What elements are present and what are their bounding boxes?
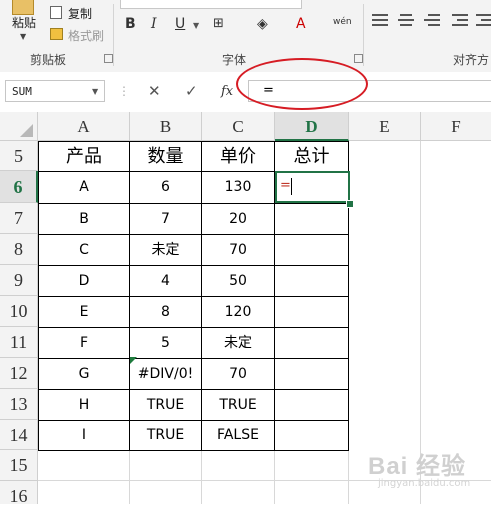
error-indicator-icon[interactable] bbox=[130, 357, 137, 364]
annotation-circle bbox=[236, 58, 368, 110]
text-caret bbox=[291, 178, 292, 195]
table-header-cell[interactable]: 数量 bbox=[130, 142, 201, 171]
table-cell[interactable]: 120 bbox=[202, 297, 274, 327]
row-header-15[interactable]: 15 bbox=[0, 450, 38, 481]
column-header-e[interactable]: E bbox=[349, 112, 421, 141]
table-cell[interactable]: 7 bbox=[130, 204, 201, 234]
align-left-icon[interactable] bbox=[372, 14, 388, 28]
row-header-6[interactable]: 6 bbox=[0, 171, 38, 203]
font-group-label: 字体 bbox=[222, 53, 247, 67]
row-header-11[interactable]: 11 bbox=[0, 327, 38, 358]
table-cell[interactable]: 130 bbox=[202, 172, 274, 203]
row-header-13[interactable]: 13 bbox=[0, 389, 38, 420]
select-all-triangle-icon bbox=[20, 124, 33, 137]
table-cell[interactable]: 70 bbox=[202, 235, 274, 265]
name-box-dropdown-icon[interactable]: ▼ bbox=[92, 87, 98, 96]
paste-dropdown-arrow-icon[interactable]: ▼ bbox=[20, 32, 26, 41]
row-header-5[interactable]: 5 bbox=[0, 141, 38, 171]
table-cell[interactable]: I bbox=[39, 421, 129, 450]
column-header-d[interactable]: D bbox=[275, 112, 349, 141]
increase-indent-icon[interactable] bbox=[476, 14, 491, 28]
table-cell[interactable]: E bbox=[39, 297, 129, 327]
paste-icon[interactable] bbox=[12, 0, 34, 15]
column-header-b[interactable]: B bbox=[130, 112, 202, 141]
font-dialog-launcher-icon[interactable] bbox=[354, 54, 363, 63]
table-cell[interactable]: 4 bbox=[130, 266, 201, 296]
table-cell[interactable]: F bbox=[39, 328, 129, 358]
row-header-10[interactable]: 10 bbox=[0, 296, 38, 327]
group-divider bbox=[113, 4, 114, 66]
table-cell[interactable]: 8 bbox=[130, 297, 201, 327]
row-header-7[interactable]: 7 bbox=[0, 203, 38, 234]
name-box[interactable]: SUM bbox=[5, 80, 105, 102]
italic-button[interactable]: I bbox=[151, 16, 157, 32]
row-header-16[interactable]: 16 bbox=[0, 481, 38, 506]
clipboard-group-label: 剪贴板 bbox=[30, 53, 67, 67]
table-cell[interactable]: TRUE bbox=[130, 390, 201, 420]
table-cell[interactable]: 未定 bbox=[202, 328, 274, 358]
table-header-cell[interactable]: 单价 bbox=[202, 142, 274, 171]
table-cell[interactable]: 20 bbox=[202, 204, 274, 234]
column-header-f[interactable]: F bbox=[421, 112, 491, 141]
cancel-entry-button[interactable]: ✕ bbox=[148, 82, 161, 100]
format-painter-icon[interactable] bbox=[50, 28, 63, 40]
table-cell[interactable]: 70 bbox=[202, 359, 274, 389]
table-header-cell[interactable]: 总计 bbox=[275, 142, 348, 171]
alignment-group-label: 对齐方 bbox=[453, 53, 490, 67]
table-header-cell[interactable]: 产品 bbox=[39, 142, 129, 171]
table-cell[interactable]: 6 bbox=[130, 172, 201, 203]
ribbon: 粘贴 ▼ 复制 格式刷 剪贴板 B I U ▼ ⊞ ◈ A wén 字体 对齐方 bbox=[0, 0, 491, 73]
watermark-logo: Bai 经验 bbox=[368, 453, 467, 480]
table-cell[interactable]: A bbox=[39, 172, 129, 203]
underline-button[interactable]: U bbox=[175, 16, 185, 32]
row-header-8[interactable]: 8 bbox=[0, 234, 38, 265]
table-cell[interactable]: TRUE bbox=[130, 421, 201, 450]
table-cell[interactable]: H bbox=[39, 390, 129, 420]
fill-handle[interactable] bbox=[346, 200, 354, 208]
row-header-14[interactable]: 14 bbox=[0, 420, 38, 450]
copy-icon[interactable] bbox=[50, 6, 62, 19]
enter-button[interactable]: ✓ bbox=[185, 82, 198, 100]
format-painter-button[interactable]: 格式刷 bbox=[68, 27, 104, 44]
table-cell[interactable]: C bbox=[39, 235, 129, 265]
table-cell[interactable]: B bbox=[39, 204, 129, 234]
table-cell[interactable]: #DIV/0! bbox=[130, 359, 201, 389]
align-center-icon[interactable] bbox=[398, 14, 414, 28]
table-cell[interactable]: 未定 bbox=[130, 235, 201, 265]
copy-button[interactable]: 复制 bbox=[68, 5, 92, 22]
insert-function-button[interactable]: fx bbox=[221, 84, 233, 99]
watermark-url: jingyan.baidu.com bbox=[378, 478, 471, 489]
active-cell-formula[interactable]: = bbox=[280, 178, 291, 193]
row-header-9[interactable]: 9 bbox=[0, 265, 38, 296]
paste-button[interactable]: 粘贴 bbox=[12, 14, 36, 31]
decrease-indent-icon[interactable] bbox=[452, 14, 468, 28]
column-header-c[interactable]: C bbox=[202, 112, 275, 141]
phonetic-guide-button[interactable]: wén bbox=[333, 17, 352, 27]
column-header-a[interactable]: A bbox=[38, 112, 130, 141]
group-divider bbox=[363, 4, 364, 66]
font-name-box[interactable] bbox=[120, 0, 302, 9]
table-cell[interactable]: D bbox=[39, 266, 129, 296]
font-color-icon[interactable]: A bbox=[296, 16, 306, 32]
bold-button[interactable]: B bbox=[125, 16, 136, 32]
table-cell[interactable]: FALSE bbox=[202, 421, 274, 450]
clipboard-dialog-launcher-icon[interactable] bbox=[104, 54, 113, 63]
underline-dropdown-icon[interactable]: ▼ bbox=[193, 21, 199, 30]
borders-icon[interactable]: ⊞ bbox=[213, 16, 224, 31]
table-cell[interactable]: TRUE bbox=[202, 390, 274, 420]
align-right-icon[interactable] bbox=[424, 14, 440, 28]
table-cell[interactable]: 5 bbox=[130, 328, 201, 358]
formula-bar-resize-handle[interactable]: ⋮ bbox=[118, 84, 130, 98]
fill-color-icon[interactable]: ◈ bbox=[257, 16, 268, 32]
table-cell[interactable]: 50 bbox=[202, 266, 274, 296]
table-cell[interactable]: G bbox=[39, 359, 129, 389]
row-header-12[interactable]: 12 bbox=[0, 358, 38, 389]
table-border bbox=[38, 450, 349, 451]
